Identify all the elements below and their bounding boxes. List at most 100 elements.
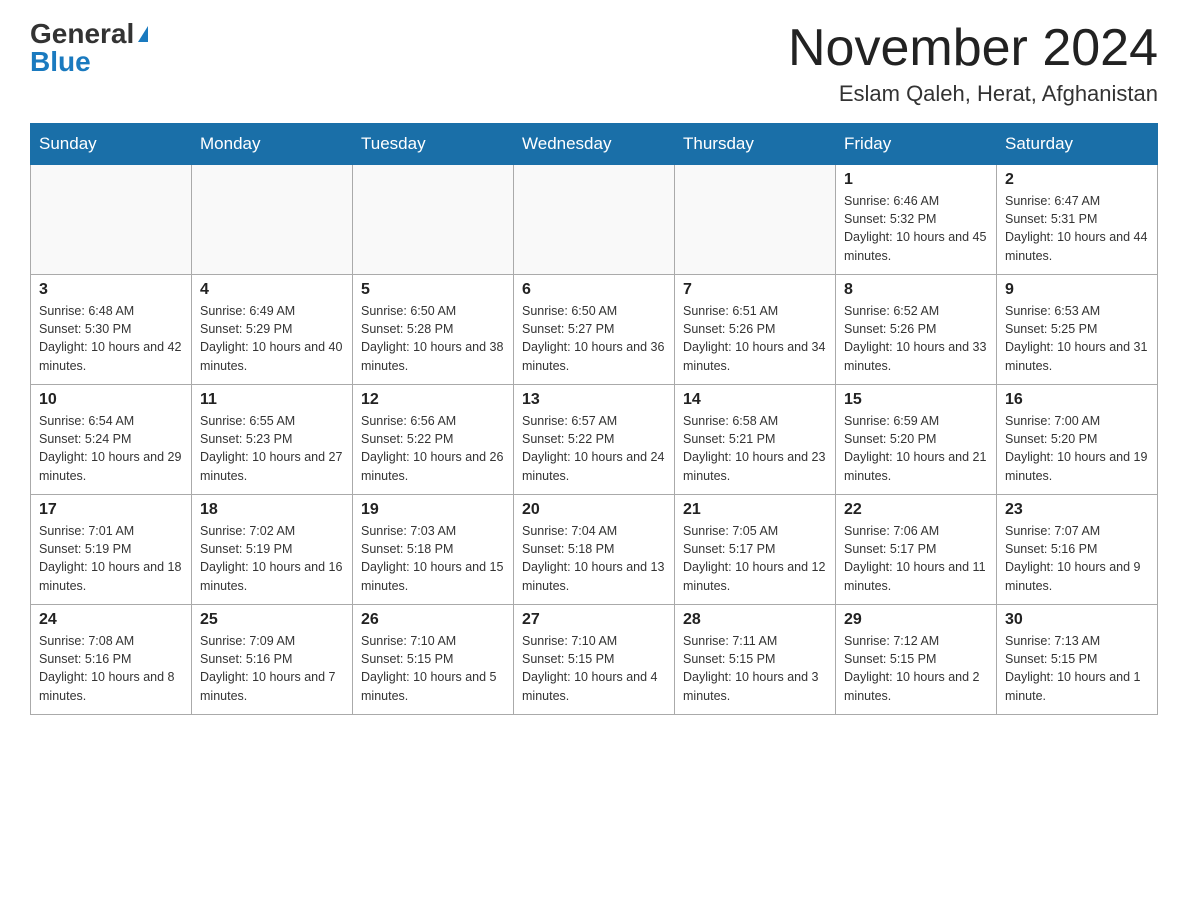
day-info: Sunrise: 7:00 AMSunset: 5:20 PMDaylight:… — [1005, 412, 1149, 485]
day-info: Sunrise: 6:48 AMSunset: 5:30 PMDaylight:… — [39, 302, 183, 375]
day-number: 20 — [522, 501, 666, 519]
day-number: 30 — [1005, 611, 1149, 629]
header-monday: Monday — [192, 124, 353, 165]
day-number: 25 — [200, 611, 344, 629]
day-number: 29 — [844, 611, 988, 629]
day-number: 14 — [683, 391, 827, 409]
day-number: 26 — [361, 611, 505, 629]
location-title: Eslam Qaleh, Herat, Afghanistan — [788, 81, 1158, 107]
logo-blue-text: Blue — [30, 48, 91, 76]
day-info: Sunrise: 6:59 AMSunset: 5:20 PMDaylight:… — [844, 412, 988, 485]
table-cell: 10Sunrise: 6:54 AMSunset: 5:24 PMDayligh… — [31, 385, 192, 495]
day-info: Sunrise: 7:03 AMSunset: 5:18 PMDaylight:… — [361, 522, 505, 595]
title-block: November 2024 Eslam Qaleh, Herat, Afghan… — [788, 20, 1158, 107]
table-cell: 4 Sunrise: 6:49 AMSunset: 5:29 PMDaylight… — [192, 275, 353, 385]
day-info: Sunrise: 6:57 AMSunset: 5:22 PMDaylight:… — [522, 412, 666, 485]
table-cell: 19 Sunrise: 7:03 AMSunset: 5:18 PMDayligh… — [353, 495, 514, 605]
day-number: 13 — [522, 391, 666, 409]
day-info: Sunrise: 7:13 AMSunset: 5:15 PMDaylight:… — [1005, 632, 1149, 705]
header-thursday: Thursday — [675, 124, 836, 165]
week-row-3: 17 Sunrise: 7:01 AMSunset: 5:19 PMDayligh… — [31, 495, 1158, 605]
day-number: 21 — [683, 501, 827, 519]
table-cell: 8Sunrise: 6:52 AMSunset: 5:26 PMDaylight… — [836, 275, 997, 385]
table-cell — [514, 165, 675, 275]
day-number: 28 — [683, 611, 827, 629]
day-number: 24 — [39, 611, 183, 629]
week-row-1: 3 Sunrise: 6:48 AMSunset: 5:30 PMDaylight… — [31, 275, 1158, 385]
table-cell — [675, 165, 836, 275]
table-cell: 20 Sunrise: 7:04 AMSunset: 5:18 PMDayligh… — [514, 495, 675, 605]
table-cell — [192, 165, 353, 275]
table-cell: 6 Sunrise: 6:50 AMSunset: 5:27 PMDaylight… — [514, 275, 675, 385]
day-info: Sunrise: 6:52 AMSunset: 5:26 PMDaylight:… — [844, 302, 988, 375]
table-cell — [31, 165, 192, 275]
day-info: Sunrise: 6:50 AMSunset: 5:27 PMDaylight:… — [522, 302, 666, 375]
header-sunday: Sunday — [31, 124, 192, 165]
day-number: 6 — [522, 281, 666, 299]
table-cell: 29 Sunrise: 7:12 AMSunset: 5:15 PMDayligh… — [836, 605, 997, 715]
header-saturday: Saturday — [997, 124, 1158, 165]
table-cell: 15 Sunrise: 6:59 AMSunset: 5:20 PMDayligh… — [836, 385, 997, 495]
day-info: Sunrise: 6:47 AMSunset: 5:31 PMDaylight:… — [1005, 192, 1149, 265]
table-cell: 27 Sunrise: 7:10 AMSunset: 5:15 PMDayligh… — [514, 605, 675, 715]
table-cell: 16 Sunrise: 7:00 AMSunset: 5:20 PMDayligh… — [997, 385, 1158, 495]
day-info: Sunrise: 7:11 AMSunset: 5:15 PMDaylight:… — [683, 632, 827, 705]
header-tuesday: Tuesday — [353, 124, 514, 165]
day-number: 3 — [39, 281, 183, 299]
logo-general-text: General — [30, 20, 134, 48]
day-number: 1 — [844, 171, 988, 189]
table-cell: 21 Sunrise: 7:05 AMSunset: 5:17 PMDayligh… — [675, 495, 836, 605]
day-info: Sunrise: 7:06 AMSunset: 5:17 PMDaylight:… — [844, 522, 988, 595]
day-info: Sunrise: 7:10 AMSunset: 5:15 PMDaylight:… — [361, 632, 505, 705]
table-cell: 1Sunrise: 6:46 AMSunset: 5:32 PMDaylight… — [836, 165, 997, 275]
table-cell: 14 Sunrise: 6:58 AMSunset: 5:21 PMDayligh… — [675, 385, 836, 495]
table-cell: 26 Sunrise: 7:10 AMSunset: 5:15 PMDayligh… — [353, 605, 514, 715]
day-number: 11 — [200, 391, 344, 409]
table-cell: 24 Sunrise: 7:08 AMSunset: 5:16 PMDayligh… — [31, 605, 192, 715]
week-row-2: 10Sunrise: 6:54 AMSunset: 5:24 PMDayligh… — [31, 385, 1158, 495]
day-info: Sunrise: 6:51 AMSunset: 5:26 PMDaylight:… — [683, 302, 827, 375]
table-cell: 22 Sunrise: 7:06 AMSunset: 5:17 PMDayligh… — [836, 495, 997, 605]
day-number: 7 — [683, 281, 827, 299]
table-cell: 13 Sunrise: 6:57 AMSunset: 5:22 PMDayligh… — [514, 385, 675, 495]
calendar-table: Sunday Monday Tuesday Wednesday Thursday… — [30, 123, 1158, 715]
day-info: Sunrise: 7:04 AMSunset: 5:18 PMDaylight:… — [522, 522, 666, 595]
table-cell: 28 Sunrise: 7:11 AMSunset: 5:15 PMDayligh… — [675, 605, 836, 715]
day-info: Sunrise: 7:07 AMSunset: 5:16 PMDaylight:… — [1005, 522, 1149, 595]
day-number: 12 — [361, 391, 505, 409]
day-info: Sunrise: 7:01 AMSunset: 5:19 PMDaylight:… — [39, 522, 183, 595]
day-number: 2 — [1005, 171, 1149, 189]
day-number: 16 — [1005, 391, 1149, 409]
day-number: 23 — [1005, 501, 1149, 519]
day-info: Sunrise: 6:55 AMSunset: 5:23 PMDaylight:… — [200, 412, 344, 485]
week-row-0: 1Sunrise: 6:46 AMSunset: 5:32 PMDaylight… — [31, 165, 1158, 275]
table-cell: 12Sunrise: 6:56 AMSunset: 5:22 PMDayligh… — [353, 385, 514, 495]
page-header: General Blue November 2024 Eslam Qaleh, … — [30, 20, 1158, 107]
day-info: Sunrise: 7:10 AMSunset: 5:15 PMDaylight:… — [522, 632, 666, 705]
day-number: 27 — [522, 611, 666, 629]
table-cell: 25Sunrise: 7:09 AMSunset: 5:16 PMDayligh… — [192, 605, 353, 715]
table-cell: 23 Sunrise: 7:07 AMSunset: 5:16 PMDayligh… — [997, 495, 1158, 605]
header-wednesday: Wednesday — [514, 124, 675, 165]
day-number: 15 — [844, 391, 988, 409]
table-cell: 2 Sunrise: 6:47 AMSunset: 5:31 PMDaylight… — [997, 165, 1158, 275]
day-info: Sunrise: 7:12 AMSunset: 5:15 PMDaylight:… — [844, 632, 988, 705]
day-number: 4 — [200, 281, 344, 299]
logo-triangle-icon — [138, 26, 148, 42]
day-info: Sunrise: 6:50 AMSunset: 5:28 PMDaylight:… — [361, 302, 505, 375]
day-info: Sunrise: 6:49 AMSunset: 5:29 PMDaylight:… — [200, 302, 344, 375]
day-info: Sunrise: 7:08 AMSunset: 5:16 PMDaylight:… — [39, 632, 183, 705]
day-number: 17 — [39, 501, 183, 519]
day-number: 22 — [844, 501, 988, 519]
weekday-header-row: Sunday Monday Tuesday Wednesday Thursday… — [31, 124, 1158, 165]
table-cell: 7 Sunrise: 6:51 AMSunset: 5:26 PMDaylight… — [675, 275, 836, 385]
day-number: 19 — [361, 501, 505, 519]
month-title: November 2024 — [788, 20, 1158, 77]
table-cell: 3 Sunrise: 6:48 AMSunset: 5:30 PMDaylight… — [31, 275, 192, 385]
day-info: Sunrise: 6:58 AMSunset: 5:21 PMDaylight:… — [683, 412, 827, 485]
table-cell: 18Sunrise: 7:02 AMSunset: 5:19 PMDayligh… — [192, 495, 353, 605]
day-info: Sunrise: 7:05 AMSunset: 5:17 PMDaylight:… — [683, 522, 827, 595]
day-info: Sunrise: 6:53 AMSunset: 5:25 PMDaylight:… — [1005, 302, 1149, 375]
day-number: 5 — [361, 281, 505, 299]
table-cell: 9Sunrise: 6:53 AMSunset: 5:25 PMDaylight… — [997, 275, 1158, 385]
